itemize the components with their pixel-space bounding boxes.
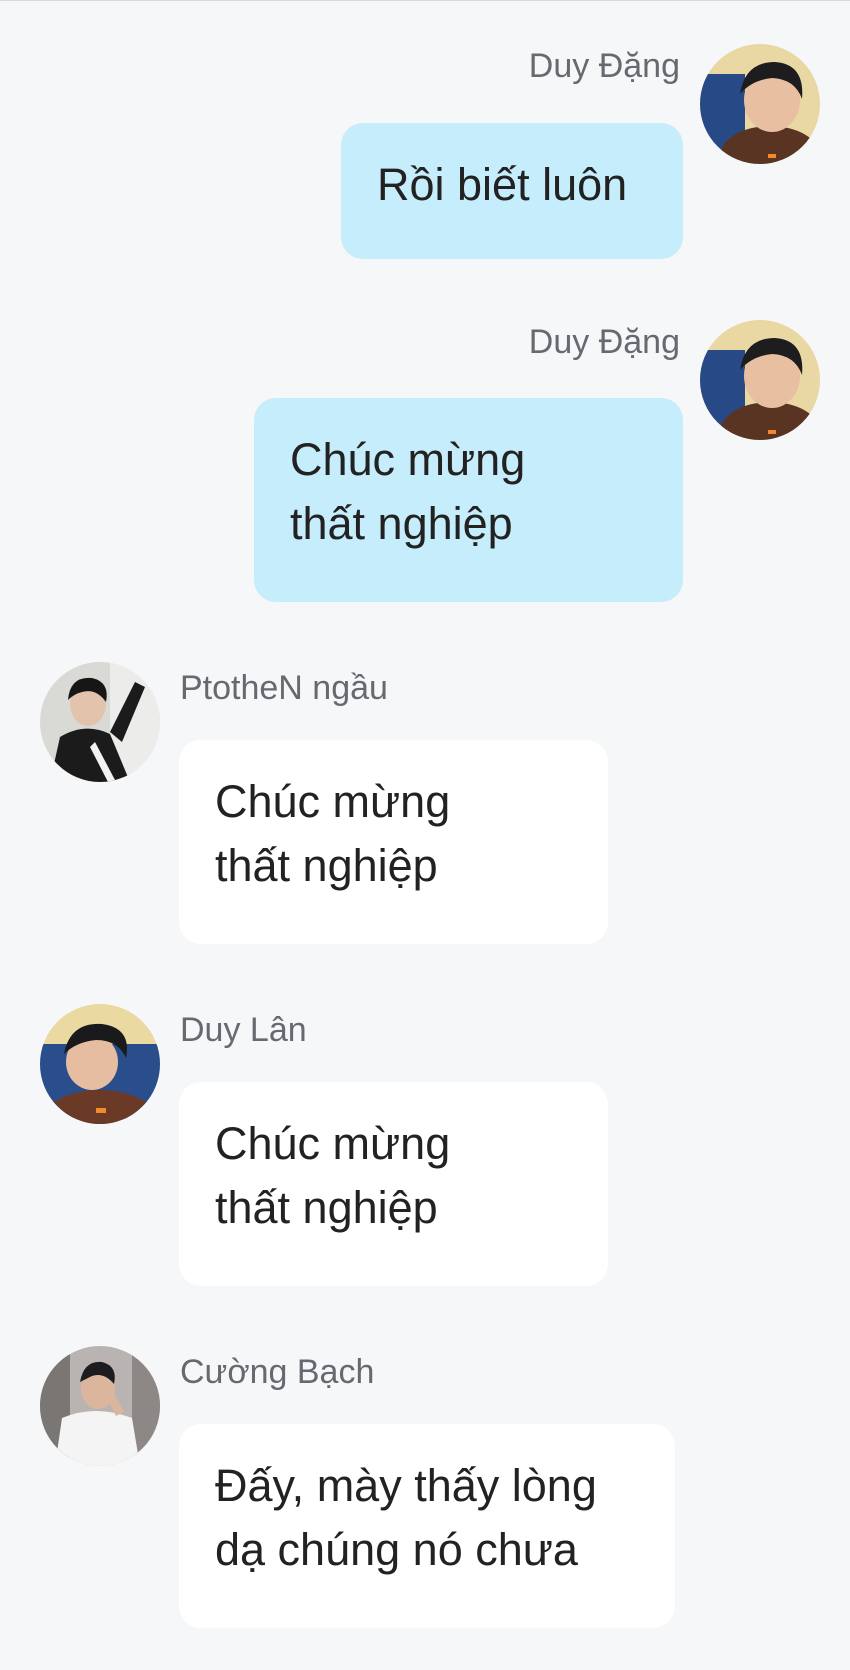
- sender-name: Duy Lân: [180, 1011, 307, 1049]
- sender-name: Duy Đặng: [528, 47, 680, 85]
- message-text: Rồi biết luôn: [377, 159, 628, 210]
- top-divider: [0, 0, 850, 1]
- sender-name: Cường Bạch: [180, 1353, 375, 1391]
- avatar[interactable]: [40, 1346, 160, 1466]
- message-text: Đấy, mày thấy lòng dạ chúng nó chưa: [215, 1460, 597, 1575]
- message-text: Chúc mừng thất nghiệp: [215, 1118, 451, 1233]
- sender-name: Duy Đặng: [528, 323, 680, 361]
- message-bubble[interactable]: Chúc mừng thất nghiệp: [179, 740, 608, 944]
- avatar[interactable]: [40, 1004, 160, 1124]
- message-bubble[interactable]: Chúc mừng thất nghiệp: [254, 398, 683, 602]
- sender-name: PtotheN ngầu: [180, 669, 388, 707]
- message-bubble[interactable]: Rồi biết luôn: [341, 123, 683, 259]
- avatar[interactable]: [700, 320, 820, 440]
- avatar[interactable]: [40, 662, 160, 782]
- message-text: Chúc mừng thất nghiệp: [290, 434, 526, 549]
- message-text: Chúc mừng thất nghiệp: [215, 776, 451, 891]
- message-bubble[interactable]: Chúc mừng thất nghiệp: [179, 1082, 608, 1286]
- message-bubble[interactable]: Đấy, mày thấy lòng dạ chúng nó chưa: [179, 1424, 675, 1628]
- avatar[interactable]: [700, 44, 820, 164]
